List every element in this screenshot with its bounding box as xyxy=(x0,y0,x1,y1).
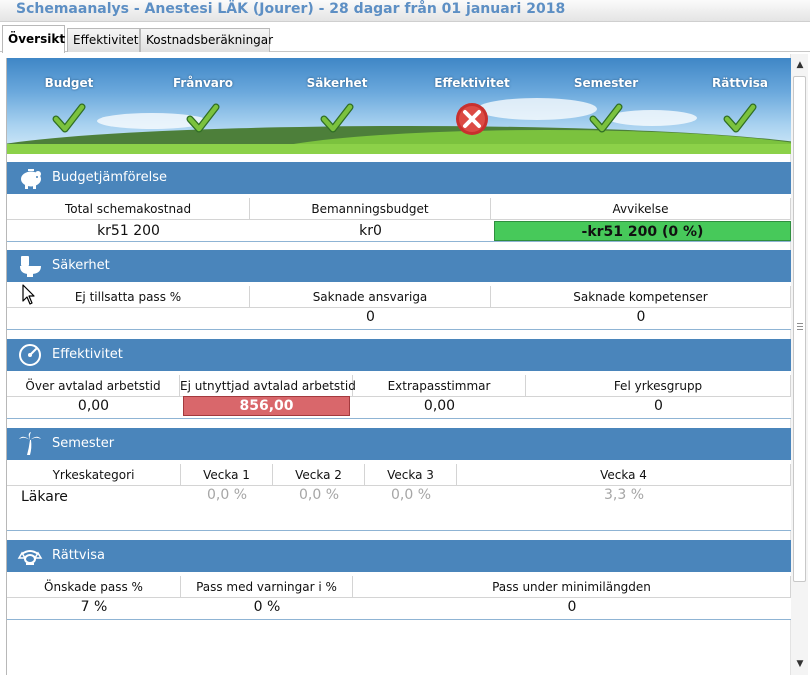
week-value: 0,0 % xyxy=(390,487,432,503)
status-label: Effektivitet xyxy=(434,76,510,90)
status-semester: Semester xyxy=(551,76,661,146)
tab-effektivitet[interactable]: Effektivitet xyxy=(67,28,140,52)
section-title: Effektivitet xyxy=(52,347,123,362)
security-section: Säkerhet Ej tillsatta pass % Saknade ans… xyxy=(7,250,791,330)
status-banner: Budget Frånvaro Säkerhet Effektivitet Se… xyxy=(7,58,791,154)
tab-strip: Översikt Effektivitet Kostnadsberäkninga… xyxy=(0,22,810,53)
scales-icon xyxy=(17,550,43,565)
wrong-profession-value: 0 xyxy=(654,398,663,414)
column-header: Ej utnyttjad avtalad arbetstid xyxy=(180,375,356,397)
tab-oversikt[interactable]: Översikt xyxy=(2,25,65,53)
unused-time-value: 856,00 xyxy=(183,396,350,416)
status-rattvisa: Rättvisa xyxy=(685,76,791,146)
vacation-section: Semester Yrkeskategori Vecka 1 Vecka 2 V… xyxy=(7,428,791,531)
scroll-down-icon[interactable]: ▼ xyxy=(791,653,809,675)
grass-field xyxy=(7,144,791,154)
section-header: Semester xyxy=(7,428,791,460)
column-header: Yrkeskategori xyxy=(7,464,181,486)
total-cost-value: kr51 200 xyxy=(97,223,160,239)
status-label: Budget xyxy=(44,76,94,90)
status-label: Rättvisa xyxy=(712,76,768,90)
grip-icon xyxy=(797,323,803,332)
palm-tree-icon xyxy=(19,432,41,455)
status-effektivitet: Effektivitet xyxy=(417,76,527,146)
piggy-bank-icon xyxy=(21,169,41,189)
staffing-budget-value: kr0 xyxy=(359,223,382,239)
deviation-value: -kr51 200 (0 %) xyxy=(494,221,791,241)
speedometer-icon xyxy=(19,344,41,366)
week-value: 0,0 % xyxy=(298,487,340,503)
schema-analysis-window: Schemaanalys - Anestesi LÄK (Jourer) - 2… xyxy=(0,0,810,675)
toilet-icon xyxy=(20,256,41,277)
column-header: Bemanningsbudget xyxy=(250,198,491,220)
column-header: Total schemakostnad xyxy=(7,198,250,220)
short-shifts-value: 0 xyxy=(567,599,577,615)
scroll-up-icon[interactable]: ▲ xyxy=(791,54,809,76)
missing-skills-value: 0 xyxy=(636,309,646,325)
status-label: Säkerhet xyxy=(306,76,368,90)
tab-kostnadsberakningar[interactable]: Kostnadsberäkningar xyxy=(140,28,273,52)
x-circle-icon xyxy=(456,103,488,135)
efficiency-section: Effektivitet Över avtalad arbetstid Ej u… xyxy=(7,339,791,419)
mouse-cursor-icon xyxy=(22,284,35,305)
status-budget: Budget xyxy=(14,76,124,146)
status-sakerhet: Säkerhet xyxy=(282,76,392,146)
column-header: Avvikelse xyxy=(491,198,791,220)
check-icon xyxy=(52,103,86,133)
section-title: Budgetjämförelse xyxy=(52,170,167,185)
status-label: Semester xyxy=(573,76,639,90)
warning-shifts-value: 0 % xyxy=(253,599,281,615)
section-header: Budgetjämförelse xyxy=(7,162,791,194)
section-title: Semester xyxy=(52,436,115,451)
week-value: 3,3 % xyxy=(603,487,645,503)
overview-panel: Budget Frånvaro Säkerhet Effektivitet Se… xyxy=(6,58,791,675)
budget-section: Budgetjämförelse Total schemakostnad Bem… xyxy=(7,162,791,242)
section-header: Rättvisa xyxy=(7,540,791,572)
scrollbar-thumb[interactable] xyxy=(793,76,806,582)
section-header: Effektivitet xyxy=(7,339,791,371)
missing-responsible-value: 0 xyxy=(366,309,375,325)
category-cell: Läkare xyxy=(21,489,68,505)
section-title: Säkerhet xyxy=(52,258,110,273)
check-icon xyxy=(320,103,354,133)
unfilled-shifts-value xyxy=(7,305,250,329)
status-label: Frånvaro xyxy=(172,76,234,90)
window-title: Schemaanalys - Anestesi LÄK (Jourer) - 2… xyxy=(16,1,566,17)
vertical-scrollbar[interactable]: ▲ ▼ xyxy=(790,54,808,675)
fairness-section: Rättvisa Önskade pass % Pass med varning… xyxy=(7,540,791,620)
extra-hours-value: 0,00 xyxy=(423,398,456,414)
title-bar: Schemaanalys - Anestesi LÄK (Jourer) - 2… xyxy=(0,0,810,22)
week-value: 0,0 % xyxy=(206,487,248,503)
section-title: Rättvisa xyxy=(52,548,105,563)
check-icon xyxy=(186,103,220,133)
overtime-value: 0,00 xyxy=(77,398,110,414)
status-franvaro: Frånvaro xyxy=(148,76,258,146)
wished-shifts-value: 7 % xyxy=(80,599,108,615)
check-icon xyxy=(589,103,623,133)
check-icon xyxy=(723,103,757,133)
section-header: Säkerhet xyxy=(7,250,791,282)
